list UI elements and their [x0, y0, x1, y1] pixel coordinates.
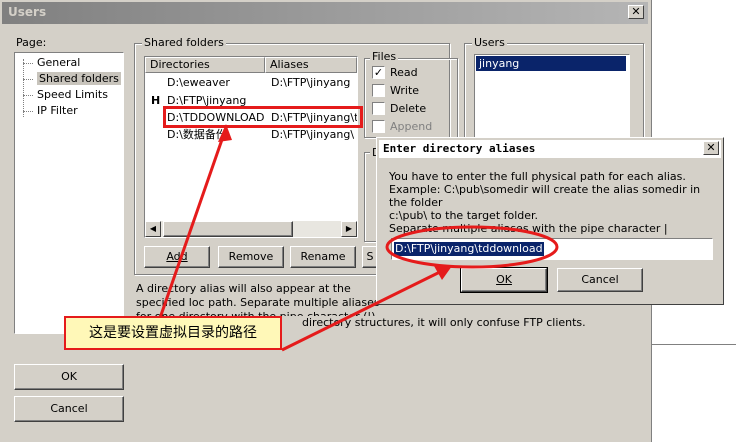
highlight-ellipse [385, 225, 559, 269]
annotation-overlay [158, 124, 559, 352]
arrow-to-row [158, 127, 228, 319]
annotation-callout: 这是要设置虚拟目录的路径 [64, 316, 282, 350]
arrow-to-input [281, 266, 449, 352]
arrowhead-icon [218, 124, 232, 142]
